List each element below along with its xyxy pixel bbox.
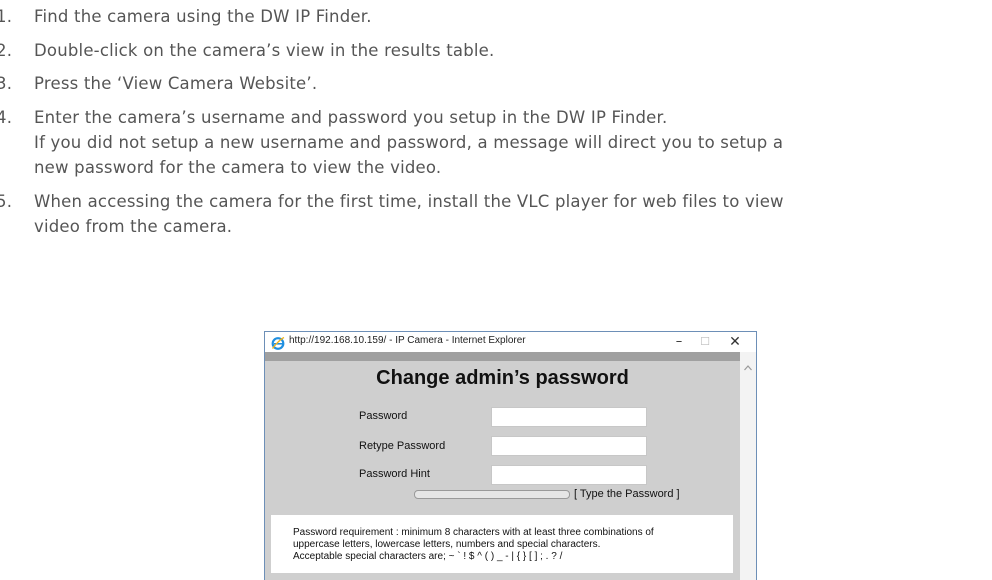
requirement-line: Acceptable special characters are; ~ ` !…	[293, 551, 563, 562]
step-number: 3.	[0, 74, 13, 93]
window-title: http://192.168.10.159/ - IP Camera - Int…	[289, 335, 526, 346]
page-top-band	[265, 352, 740, 361]
step-text: When accessing the camera for the first …	[34, 192, 784, 211]
password-input[interactable]	[491, 407, 647, 427]
close-button[interactable]: ✕	[721, 333, 749, 351]
requirement-line: Password requirement : minimum 8 charact…	[293, 527, 654, 538]
step-continuation: video from the camera.	[34, 217, 233, 236]
password-hint-input[interactable]	[491, 465, 647, 485]
step-text: Find the camera using the DW IP Finder.	[34, 7, 372, 26]
password-label: Password	[359, 410, 408, 422]
maximize-button[interactable]: ☐	[691, 333, 719, 351]
browser-window: http://192.168.10.159/ - IP Camera - Int…	[264, 331, 757, 580]
password-requirements: Password requirement : minimum 8 charact…	[271, 515, 733, 573]
step-text: Enter the camera’s username and password…	[34, 108, 668, 127]
window-titlebar[interactable]: http://192.168.10.159/ - IP Camera - Int…	[265, 332, 756, 352]
scroll-up-arrow-icon[interactable]	[743, 358, 753, 371]
step-number: 4.	[0, 108, 13, 127]
internet-explorer-icon	[271, 335, 285, 350]
password-hint-label: Password Hint	[359, 468, 430, 480]
step-number: 5.	[0, 192, 13, 211]
password-form: Change admin’s password Password Retype …	[265, 361, 740, 580]
requirement-line: uppercase letters, lowercase letters, nu…	[293, 539, 601, 550]
step-number: 2.	[0, 41, 13, 60]
password-strength-bar	[414, 490, 570, 499]
page-title: Change admin’s password	[376, 367, 629, 389]
step-number: 1.	[0, 7, 13, 26]
vertical-scrollbar[interactable]	[740, 352, 756, 580]
step-continuation: new password for the camera to view the …	[34, 158, 442, 177]
step-continuation: If you did not setup a new username and …	[34, 133, 784, 152]
password-strength-text: [ Type the Password ]	[574, 488, 680, 500]
minimize-button[interactable]: –	[665, 333, 693, 351]
step-text: Press the ‘View Camera Website’.	[34, 74, 318, 93]
step-text: Double-click on the camera’s view in the…	[34, 41, 495, 60]
retype-password-label: Retype Password	[359, 440, 446, 452]
retype-password-input[interactable]	[491, 436, 647, 456]
